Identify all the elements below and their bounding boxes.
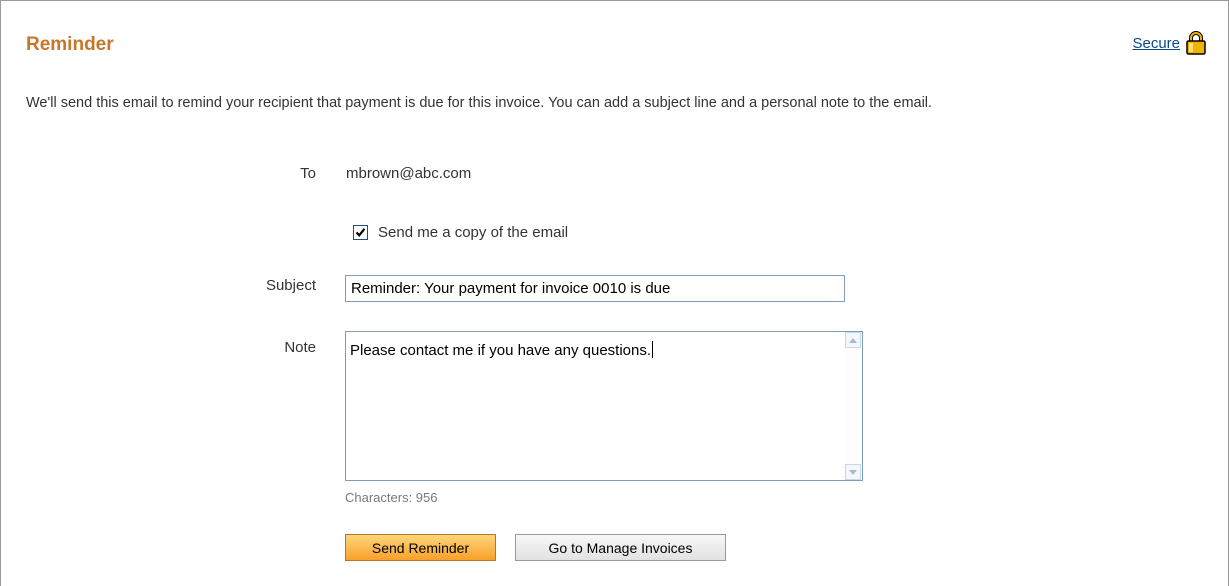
page-title: Reminder [26,34,114,55]
scroll-up-button[interactable] [845,332,861,348]
note-label: Note [284,339,316,356]
reminder-panel: Reminder Secure We'll send this email to… [0,0,1229,586]
secure-link[interactable]: Secure [1132,35,1180,52]
note-text: Please contact me if you have any questi… [350,341,654,359]
to-value: mbrown@abc.com [346,165,472,182]
lock-icon [1186,31,1206,55]
note-textarea[interactable]: Please contact me if you have any questi… [345,331,863,481]
note-scrollbar[interactable] [845,332,862,480]
arrow-down-icon [849,469,857,475]
to-label: To [300,165,316,182]
note-value: Please contact me if you have any questi… [350,342,652,359]
subject-label: Subject [265,277,316,294]
manage-invoices-button[interactable]: Go to Manage Invoices [515,534,726,561]
text-caret [652,341,654,358]
checkmark-icon [355,228,366,237]
scroll-down-button[interactable] [845,464,861,480]
character-count: Characters: 956 [345,490,438,505]
send-copy-checkbox[interactable] [353,225,368,240]
send-copy-row: Send me a copy of the email [353,224,568,241]
intro-text: We'll send this email to remind your rec… [26,95,933,111]
arrow-up-icon [849,337,857,343]
send-reminder-button[interactable]: Send Reminder [345,534,496,561]
secure-indicator: Secure [1132,31,1206,55]
subject-input[interactable] [345,275,845,302]
send-copy-label: Send me a copy of the email [378,224,569,241]
